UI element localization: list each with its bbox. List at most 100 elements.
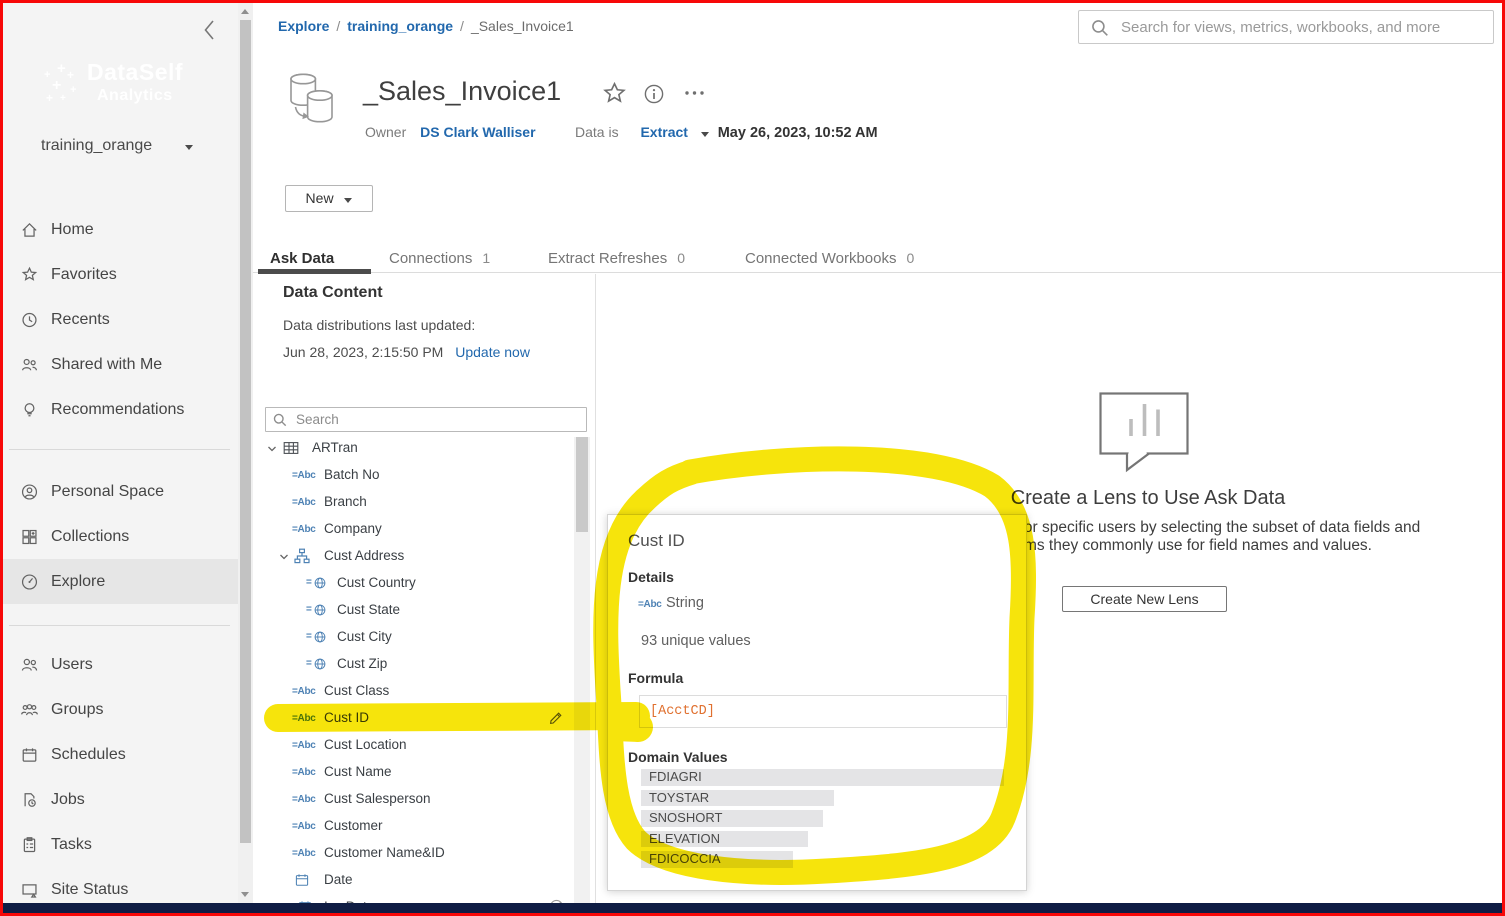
sidebar-item-home[interactable]: Home [3,207,238,252]
brand-logo: + + + + + + + DataSelf Analytics [45,61,183,104]
field-label: Customer [324,818,383,833]
field-search[interactable] [265,407,587,432]
formula-box[interactable]: [AcctCD] [639,695,1007,728]
field-label: Cust State [337,602,400,617]
tab-label: Ask Data [270,250,334,267]
field-row-company[interactable]: =AbcCompany [258,515,574,542]
expander-chevron-icon[interactable] [279,552,289,561]
sidebar-item-label: Tasks [51,836,92,854]
field-label: Cust Salesperson [324,791,431,806]
breadcrumb-item: _Sales_Invoice1 [471,18,574,34]
field-row-cust-city[interactable]: =Cust City [258,623,574,650]
expander-chevron-icon[interactable] [267,444,277,453]
sidebar: + + + + + + + DataSelf Analytics trainin… [3,3,238,903]
field-row-cust-state[interactable]: =Cust State [258,596,574,623]
tab-connections[interactable]: Connections1 [389,250,490,267]
field-row-cust-address[interactable]: Cust Address [258,542,574,569]
breadcrumb-item[interactable]: training_orange [347,18,453,34]
extract-link[interactable]: Extract [640,124,687,140]
field-row-cust-class[interactable]: =AbcCust Class [258,677,574,704]
global-search-input[interactable] [1119,13,1488,41]
hierarchy-icon [294,548,310,564]
sidebar-scrollbar-thumb[interactable] [240,20,251,843]
extract-caret-icon[interactable] [701,132,709,137]
field-label: Cust Class [324,683,389,698]
tab-border [253,272,1505,273]
field-row-customer-name-id[interactable]: =AbcCustomer Name&ID [258,839,574,866]
sidebar-item-recommendations[interactable]: Recommendations [3,387,238,432]
sidebar-item-collections[interactable]: Collections [3,514,238,559]
calculated-string-icon: =Abc [292,794,316,805]
field-label: Branch [324,494,367,509]
new-button[interactable]: New [285,185,373,212]
global-search[interactable] [1078,10,1494,44]
field-label: Date [324,872,353,887]
unique-values-text: 93 unique values [641,633,751,649]
site-selector-label: training_orange [41,137,152,154]
sidebar-collapse-icon[interactable] [199,17,223,43]
field-label: Company [324,521,382,536]
chevron-down-icon [344,198,352,203]
domain-value-bar: FDIAGRI [641,769,1004,786]
formula-text: [AcctCD] [650,704,715,719]
more-actions-icon[interactable] [684,89,706,97]
calculated-string-icon: =Abc [292,713,316,724]
field-row-cust-name[interactable]: =AbcCust Name [258,758,574,785]
owner-link[interactable]: DS Clark Walliser [420,124,535,140]
sidebar-item-label: Personal Space [51,483,164,501]
field-row-branch[interactable]: =AbcBranch [258,488,574,515]
sidebar-item-label: Recommendations [51,401,184,419]
favorite-star-icon[interactable] [602,81,627,106]
field-label: Cust Country [337,575,416,590]
update-now-link[interactable]: Update now [455,344,530,360]
field-row-cust-country[interactable]: =Cust Country [258,569,574,596]
field-row-batch-no[interactable]: =AbcBatch No [258,461,574,488]
field-row-cust-id[interactable]: =AbcCust ID [258,704,574,731]
globe-icon [313,630,327,644]
field-row-artran[interactable]: ARTran [258,434,574,461]
formula-heading: Formula [628,670,683,686]
sidebar-item-shared-with-me[interactable]: Shared with Me [3,342,238,387]
sidebar-scrollbar[interactable] [238,3,253,903]
scroll-up-icon[interactable] [241,9,249,14]
tab-connected-workbooks[interactable]: Connected Workbooks0 [745,250,914,267]
sidebar-item-personal-space[interactable]: Personal Space [3,469,238,514]
field-row-cust-salesperson[interactable]: =Abc Cust Salesperson [258,785,574,812]
tasks-icon [20,835,39,854]
field-list-scrollbar[interactable] [574,437,590,903]
globe-icon [313,657,327,671]
info-icon[interactable] [644,84,664,104]
sidebar-item-favorites[interactable]: Favorites [3,252,238,297]
logo-text-line2: Analytics [97,88,183,104]
sidebar-item-users[interactable]: Users [3,642,238,687]
field-row-date[interactable]: Date [258,866,574,893]
jobs-icon [20,790,39,809]
tab-bar: Ask Data Connections1 Extract Refreshes0 Co… [253,246,1505,273]
sidebar-item-tasks[interactable]: Tasks [3,822,238,867]
breadcrumb-item[interactable]: Explore [278,18,329,34]
field-row-cust-location[interactable]: =AbcCust Location [258,731,574,758]
users-icon [20,655,39,674]
field-row-cust-zip[interactable]: =Cust Zip [258,650,574,677]
data-content-title: Data Content [283,284,383,302]
sidebar-item-jobs[interactable]: Jobs [3,777,238,822]
sidebar-item-label: Site Status [51,881,128,899]
edit-pencil-icon[interactable] [548,710,564,726]
sidebar-item-label: Home [51,221,94,239]
field-list-scrollbar-thumb[interactable] [576,437,588,532]
scroll-down-icon[interactable] [241,892,249,897]
site-selector[interactable]: training_orange [41,137,193,155]
tab-ask-data[interactable]: Ask Data [270,250,334,267]
sidebar-item-groups[interactable]: Groups [3,687,238,732]
field-search-input[interactable] [294,409,583,430]
sidebar-item-recents[interactable]: Recents [3,297,238,342]
popup-field-title: Cust ID [628,531,685,551]
page-title: _Sales_Invoice1 [363,76,561,107]
data-is-row: Data is Extract May 26, 2023, 10:52 AM [575,124,878,141]
sidebar-item-explore[interactable]: Explore [3,559,238,604]
create-new-lens-button[interactable]: Create New Lens [1062,586,1227,612]
tab-label: Connected Workbooks [745,250,896,267]
tab-extract-refreshes[interactable]: Extract Refreshes0 [548,250,685,267]
sidebar-item-schedules[interactable]: Schedules [3,732,238,777]
field-row-customer[interactable]: =AbcCustomer [258,812,574,839]
